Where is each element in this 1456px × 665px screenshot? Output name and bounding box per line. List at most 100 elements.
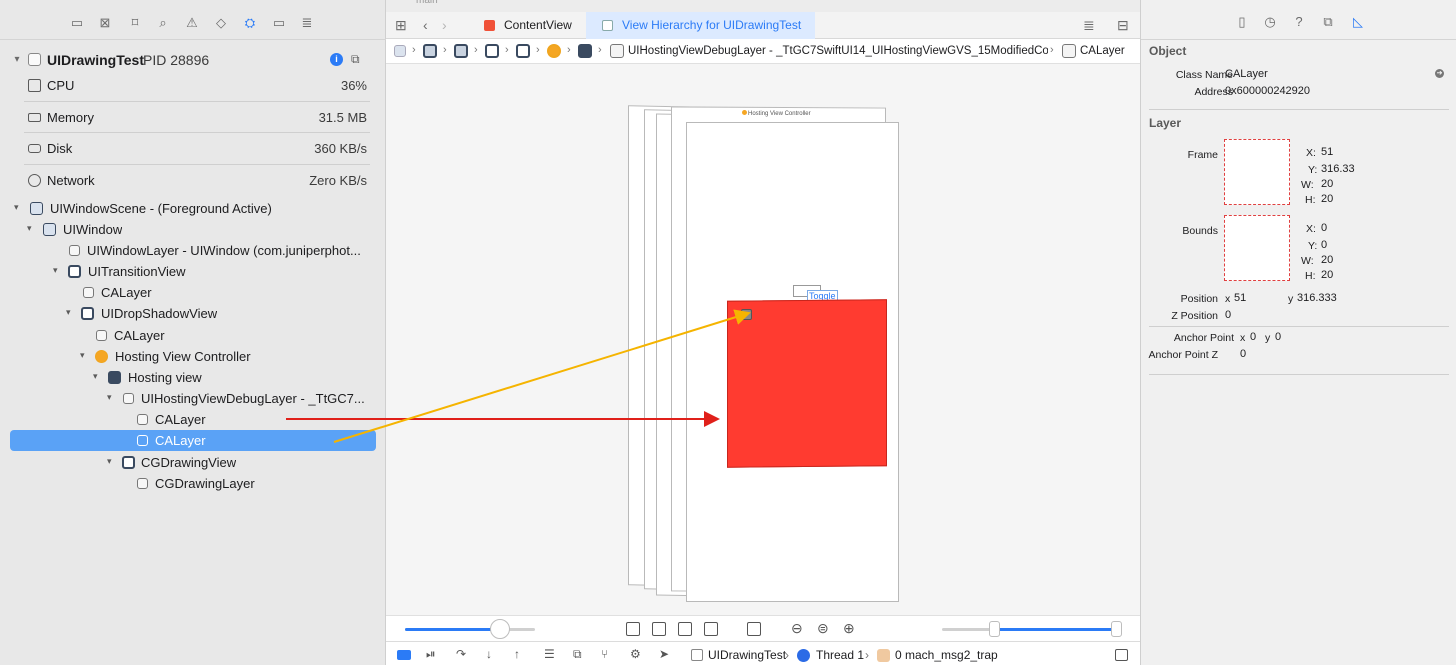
tree-item-calayer[interactable]: CALayer — [10, 325, 376, 346]
chevron-down-icon[interactable]: ▾ — [66, 307, 71, 318]
orient-icon[interactable] — [704, 622, 718, 636]
view-hierarchy-icon[interactable]: ☰ — [544, 647, 555, 661]
chevron-down-icon[interactable]: ▾ — [53, 265, 58, 276]
tree-item-uiwindowlayer[interactable]: UIWindowLayer - UIWindow (com.juniperpho… — [10, 240, 376, 261]
divider — [24, 132, 370, 133]
reset-view-icon[interactable] — [747, 622, 761, 636]
add-editor-icon[interactable]: ⊟ — [1117, 17, 1129, 34]
continue-icon[interactable]: ⏯ — [426, 647, 436, 662]
tab-view-hierarchy[interactable]: View Hierarchy for UIDrawingTest — [586, 12, 816, 39]
memory-graph-icon[interactable]: ⧉ — [573, 647, 582, 662]
chevron-down-icon[interactable]: ▾ — [107, 392, 112, 403]
chevron-right-icon: › — [474, 44, 478, 56]
view-icon[interactable] — [485, 44, 499, 58]
tree-item-hosting-view[interactable]: ▾ Hosting view — [10, 367, 376, 388]
tree-item-calayer-selected[interactable]: CALayer — [10, 430, 376, 451]
chevron-down-icon[interactable]: ▾ — [14, 202, 19, 213]
tree-item-hosting-debug-layer[interactable]: ▾ UIHostingViewDebugLayer - _TtGC7... — [10, 388, 376, 409]
debug-thread[interactable]: Thread 1 — [816, 648, 864, 662]
tree-item-label: CALayer — [155, 412, 206, 427]
chevron-down-icon[interactable]: ▾ — [107, 456, 112, 467]
tab-contentview[interactable]: ContentView — [468, 12, 586, 39]
window-icon[interactable] — [454, 44, 468, 58]
chevron-down-icon[interactable]: ▾ — [80, 350, 85, 361]
tree-item-uitransitionview[interactable]: ▾ UITransitionView — [10, 261, 376, 282]
hosting-view-icon[interactable] — [578, 44, 592, 58]
position-x-value: 51 — [1234, 292, 1247, 304]
tree-item-cgdrawingview[interactable]: ▾ CGDrawingView — [10, 452, 376, 473]
range-slider-low-knob[interactable] — [988, 621, 1000, 637]
test-icon[interactable]: ◇ — [213, 15, 229, 31]
zoom-in-icon[interactable]: ⊕ — [843, 620, 855, 637]
hosting-controller-label[interactable]: Hosting View Controller — [742, 110, 811, 117]
view-controller-icon[interactable] — [547, 44, 561, 58]
gauge-cpu[interactable]: CPU 36% — [0, 72, 386, 102]
bounds-x-label: X: — [1306, 223, 1316, 235]
back-icon[interactable]: ‹ — [423, 17, 428, 33]
history-icon[interactable]: ◷ — [1263, 15, 1277, 29]
process-row[interactable]: ▾ UIDrawingTest PID 28896 i ⧉ — [0, 48, 386, 72]
editor-options-icon[interactable]: ≣ — [1083, 17, 1095, 34]
gauge-memory[interactable]: Memory 31.5 MB — [0, 104, 386, 134]
project-icon[interactable] — [394, 45, 406, 57]
frame-w-label: W: — [1301, 179, 1314, 191]
debug-frame[interactable]: 0 mach_msg2_trap — [895, 648, 998, 662]
debug-target[interactable]: UIDrawingTest — [708, 648, 786, 662]
debug-icon[interactable]: ⛭ — [242, 15, 258, 31]
object-icon[interactable]: ⧉ — [1321, 15, 1335, 29]
help-icon[interactable]: ? — [1292, 15, 1306, 29]
zoom-out-icon[interactable]: ⊖ — [791, 620, 803, 637]
tree-item-hosting-view-controller[interactable]: ▾ Hosting View Controller — [10, 346, 376, 367]
folder-icon[interactable]: ▭ — [69, 15, 85, 31]
breakpoint-icon[interactable]: ▭ — [271, 15, 287, 31]
tree-item-uiwindow[interactable]: ▾ UIWindow — [10, 219, 376, 240]
forward-icon[interactable]: › — [442, 17, 447, 33]
chevron-down-icon[interactable]: ▾ — [93, 371, 98, 382]
jumpbar-item-debug-layer[interactable]: UIHostingViewDebugLayer - _TtGC7SwiftUI1… — [628, 45, 1048, 57]
tree-item-uidropshadowview[interactable]: ▾ UIDropShadowView — [10, 303, 376, 324]
cube-icon[interactable]: ⧉ — [351, 52, 365, 66]
tree-item-window-scene[interactable]: ▾ UIWindowScene - (Foreground Active) — [10, 198, 376, 219]
grid-icon[interactable]: ⊞ — [395, 17, 407, 34]
bookmark-icon[interactable]: ⌑ — [127, 15, 143, 31]
chevron-down-icon[interactable]: ▾ — [12, 54, 22, 65]
adjust-view-mode-icon[interactable] — [678, 622, 692, 636]
tree-item-calayer[interactable]: CALayer — [10, 282, 376, 303]
size-icon[interactable]: ◺ — [1351, 15, 1365, 29]
highlighted-layer[interactable] — [727, 299, 887, 468]
environment-icon[interactable]: ⑂ — [601, 647, 608, 661]
layer-icon — [610, 44, 624, 58]
window-scene-icon[interactable] — [423, 44, 437, 58]
show-clipped-icon[interactable] — [626, 622, 640, 636]
tree-item-calayer[interactable]: CALayer — [10, 409, 376, 430]
spacing-slider[interactable] — [405, 619, 535, 639]
go-to-class-icon[interactable]: ➔ — [1435, 69, 1444, 78]
gauge-disk[interactable]: Disk 360 KB/s — [0, 135, 386, 165]
zoom-reset-icon[interactable]: ⊜ — [817, 620, 829, 637]
report-icon[interactable]: ≣ — [299, 15, 315, 31]
selected-calayer[interactable] — [741, 309, 752, 320]
tree-item-cgdrawinglayer[interactable]: CGDrawingLayer — [10, 473, 376, 494]
location-icon[interactable]: ➤ — [659, 647, 669, 661]
search-icon[interactable]: ⌕ — [155, 15, 171, 31]
spacing-slider-knob[interactable] — [489, 619, 510, 639]
range-slider[interactable] — [942, 621, 1122, 637]
gauge-network[interactable]: Network Zero KB/s — [0, 167, 386, 197]
jumpbar-item-calayer[interactable]: CALayer — [1080, 45, 1125, 57]
file-icon[interactable]: ▯ — [1235, 15, 1249, 29]
breakpoints-toggle-icon[interactable] — [397, 650, 411, 660]
view-hierarchy-canvas[interactable]: Hosting View Controller Toggle — [386, 64, 1140, 615]
step-out-icon[interactable]: ↑ — [514, 647, 520, 661]
range-slider-high-knob[interactable] — [1111, 621, 1122, 637]
view-icon[interactable] — [516, 44, 530, 58]
info-icon[interactable]: i — [330, 53, 343, 66]
chevron-down-icon[interactable]: ▾ — [27, 223, 32, 234]
simulate-location-icon[interactable]: ⚙ — [630, 647, 641, 661]
show-constraints-icon[interactable] — [652, 622, 666, 636]
console-toggle-icon[interactable] — [1115, 649, 1128, 661]
step-into-icon[interactable]: ↓ — [486, 647, 492, 661]
step-over-icon[interactable]: ↷ — [456, 647, 466, 661]
warning-icon[interactable]: ⚠ — [184, 15, 200, 31]
tree-item-label: UIWindowLayer - UIWindow (com.juniperpho… — [87, 243, 361, 258]
source-control-icon[interactable]: ⊠ — [97, 15, 113, 31]
